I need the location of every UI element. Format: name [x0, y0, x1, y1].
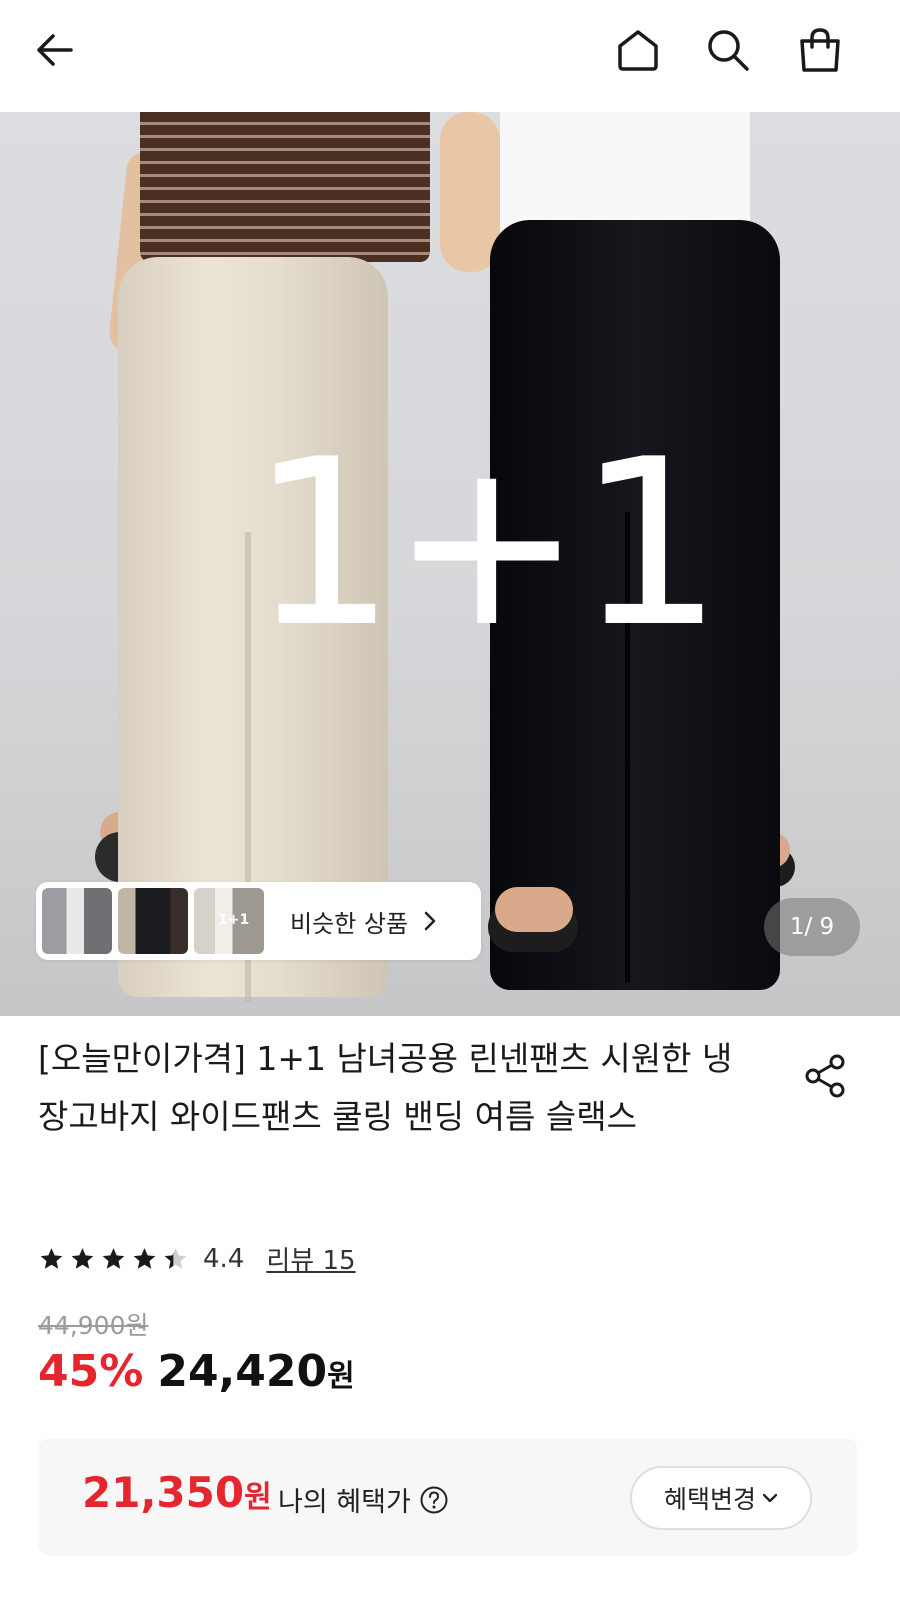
similar-products-button[interactable]: 1+1 비슷한 상품: [36, 882, 481, 960]
image-foot: [495, 887, 573, 932]
similar-products-label: 비슷한 상품: [290, 909, 409, 938]
product-title: [오늘만이가격] 1+1 남녀공용 린넨팬츠 시원한 냉장고바지 와이드팬츠 쿨…: [38, 1039, 733, 1136]
top-bar: [0, 0, 900, 108]
home-icon: [618, 30, 658, 71]
home-button[interactable]: [610, 22, 666, 78]
back-button[interactable]: [28, 22, 84, 78]
sale-price-unit: 원: [327, 1359, 355, 1394]
change-benefit-label: 혜택변경: [663, 1485, 756, 1514]
change-benefit-button[interactable]: 혜택변경: [630, 1466, 812, 1530]
image-counter: 1/ 9: [764, 898, 860, 956]
similar-thumbnail: 1+1: [194, 888, 264, 954]
rating-value: 4.4: [203, 1243, 245, 1274]
product-image-carousel[interactable]: 1+1 1+1 비슷한 상품 1/ 9: [0, 112, 900, 1016]
chevron-right-icon: [422, 910, 438, 932]
shopping-bag-icon: [800, 28, 840, 72]
star-filled-icon: [40, 1247, 63, 1269]
search-button[interactable]: [700, 22, 756, 78]
star-filled-icon: [71, 1247, 94, 1269]
price-row: 45% 24,420 원: [38, 1346, 355, 1397]
benefit-label: 나의 혜택가: [278, 1487, 411, 1518]
benefit-price-value: 21,350: [82, 1468, 245, 1517]
star-filled-icon: [133, 1247, 156, 1269]
discount-rate: 45%: [38, 1346, 144, 1397]
promo-overlay-text: 1+1: [250, 411, 723, 678]
search-icon: [708, 30, 749, 71]
rating-row: 4.4 리뷰 15: [38, 1240, 356, 1277]
benefit-price-box: 21,350원 나의 혜택가 혜택변경: [38, 1438, 858, 1556]
star-filled-icon: [102, 1247, 125, 1269]
benefit-label-row: 나의 혜택가: [278, 1480, 449, 1519]
chevron-down-icon: [762, 1492, 778, 1504]
star-partial-icon: [164, 1247, 187, 1269]
benefit-price: 21,350원: [82, 1468, 272, 1517]
share-button[interactable]: [800, 1050, 852, 1102]
rating-stars: [38, 1246, 193, 1272]
cart-button[interactable]: [792, 22, 848, 78]
benefit-price-unit: 원: [244, 1480, 272, 1515]
help-icon[interactable]: [419, 1485, 449, 1515]
sale-price: 24,420: [157, 1346, 328, 1397]
thumbnail-overlay-text: 1+1: [218, 912, 250, 928]
image-striped-shirt: [140, 112, 430, 262]
original-price: 44,900원: [38, 1311, 149, 1340]
share-icon: [805, 1054, 845, 1098]
similar-thumbnail: [42, 888, 112, 954]
similar-thumbnail: [118, 888, 188, 954]
review-count-link[interactable]: 리뷰 15: [266, 1240, 355, 1277]
arrow-left-icon: [37, 34, 73, 66]
